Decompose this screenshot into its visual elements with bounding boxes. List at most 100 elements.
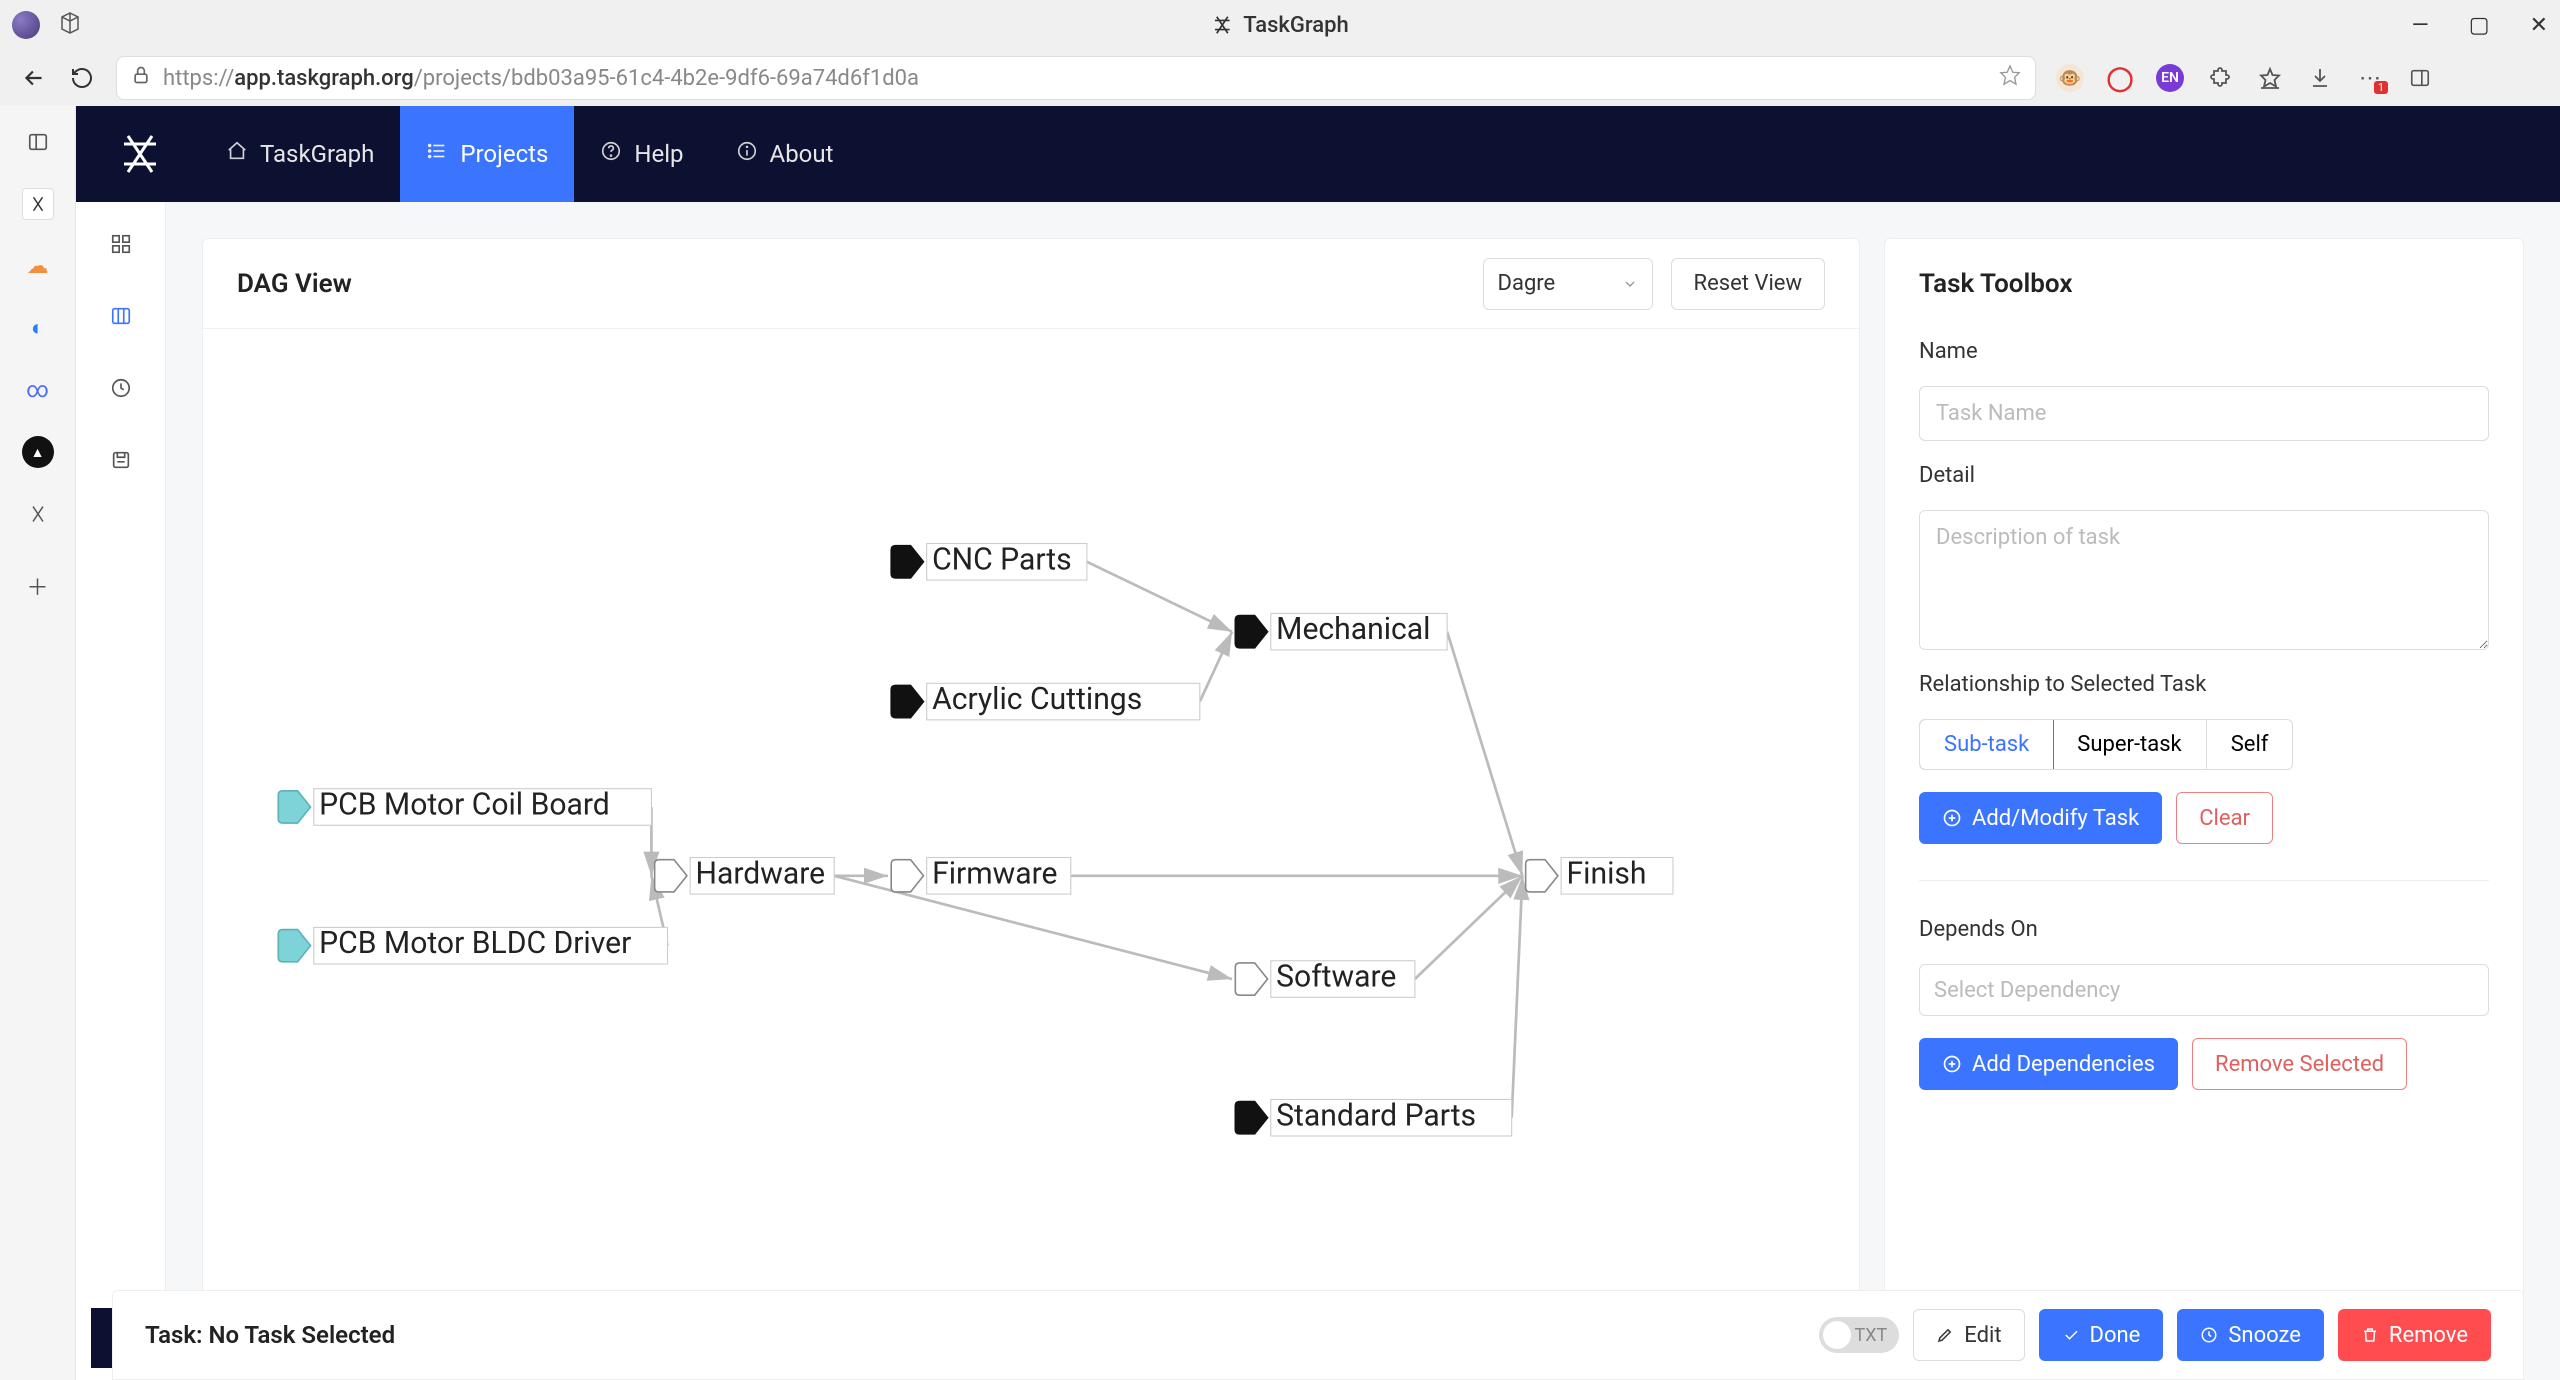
trash-icon [2361, 1326, 2379, 1344]
txt-toggle[interactable]: TXT [1819, 1317, 1899, 1353]
dag-node[interactable]: Finish [1526, 856, 1673, 894]
os-sb-panel-icon[interactable] [22, 126, 54, 158]
dag-title: DAG View [237, 269, 1465, 299]
nav-help[interactable]: Help [574, 106, 709, 202]
radio-self[interactable]: Self [2207, 720, 2293, 769]
task-footer: Task: No Task Selected TXT Edit Done Sno… [112, 1290, 2524, 1380]
svg-text:PCB Motor BLDC Driver: PCB Motor BLDC Driver [319, 926, 631, 961]
pencil-icon [1936, 1326, 1954, 1344]
sidebar-save-icon[interactable] [105, 444, 137, 476]
os-sb-infinity-icon[interactable]: ∞ [22, 374, 54, 406]
nav-projects[interactable]: Projects [400, 106, 574, 202]
dag-panel: DAG View Dagre Reset View [202, 238, 1860, 1344]
svg-text:PCB Motor Coil Board: PCB Motor Coil Board [319, 787, 610, 822]
taskgraph-logo-icon [1211, 14, 1233, 36]
question-icon [600, 140, 622, 168]
dag-node[interactable]: Mechanical [1235, 612, 1447, 650]
check-icon [2062, 1326, 2080, 1344]
svg-text:Software: Software [1276, 960, 1396, 995]
plus-circle-icon [1942, 808, 1962, 828]
brand-logo[interactable] [116, 130, 164, 178]
back-button[interactable] [20, 64, 48, 92]
reset-view-button[interactable]: Reset View [1671, 258, 1825, 310]
reload-button[interactable] [68, 64, 96, 92]
more-icon[interactable]: ⋯ 1 [2356, 64, 2384, 92]
svg-text:Mechanical: Mechanical [1276, 612, 1430, 647]
dag-node[interactable]: Acrylic Cuttings [891, 682, 1200, 720]
workspace-icon[interactable] [58, 11, 82, 39]
sidebar-history-icon[interactable] [105, 372, 137, 404]
svg-text:CNC Parts: CNC Parts [932, 542, 1072, 577]
browser-toolbar: https://app.taskgraph.org/projects/bdb03… [0, 50, 2560, 106]
dag-node[interactable]: PCB Motor Coil Board [278, 787, 651, 825]
favorite-icon[interactable] [1999, 64, 2021, 92]
dag-node[interactable]: Software [1235, 960, 1415, 998]
dag-svg: CNC Parts Acrylic Cuttings Mechanical PCB M… [203, 329, 1859, 1343]
app-nav: TaskGraph Projects Help About [76, 106, 2560, 202]
edit-button[interactable]: Edit [1913, 1309, 2024, 1361]
radio-subtask[interactable]: Sub-task [1919, 719, 2054, 770]
app-frame: TaskGraph Projects Help About [76, 106, 2560, 1380]
os-sb-digitalocean-icon[interactable]: ◐ [22, 312, 54, 344]
favorites-star-icon[interactable] [2256, 64, 2284, 92]
add-modify-task-button[interactable]: Add/Modify Task [1919, 792, 2162, 844]
os-sb-taskgraph-icon[interactable] [22, 188, 54, 220]
add-workspace-button[interactable]: ＋ [22, 570, 54, 602]
svg-text:Finish: Finish [1567, 856, 1647, 891]
os-vertical-sidebar: ☁ ◐ ∞ ▲ ＋ [0, 106, 76, 1380]
dag-canvas[interactable]: CNC Parts Acrylic Cuttings Mechanical PCB M… [203, 329, 1859, 1343]
ext-language-icon[interactable]: EN [2156, 64, 2184, 92]
url-bar[interactable]: https://app.taskgraph.org/projects/bdb03… [116, 56, 2036, 100]
ext-adblock-icon[interactable]: ◯ [2106, 64, 2134, 92]
name-label: Name [1919, 339, 2489, 364]
dag-node[interactable]: CNC Parts [891, 542, 1087, 580]
svg-text:Hardware: Hardware [695, 856, 825, 891]
sidebar-grid-icon[interactable] [105, 228, 137, 260]
window-title: TaskGraph [1211, 13, 1348, 38]
remove-selected-button[interactable]: Remove Selected [2192, 1038, 2407, 1090]
snooze-button[interactable]: Snooze [2177, 1309, 2324, 1361]
minimize-button[interactable]: — [2412, 13, 2429, 38]
task-detail-textarea[interactable] [1919, 510, 2489, 650]
nav-taskgraph[interactable]: TaskGraph [200, 106, 400, 202]
task-toolbox: Task Toolbox Name Detail Relationship to… [1884, 238, 2524, 1344]
downloads-icon[interactable] [2306, 64, 2334, 92]
selected-task-label: Task: No Task Selected [145, 1321, 1805, 1349]
divider [1919, 880, 2489, 881]
clear-button[interactable]: Clear [2176, 792, 2273, 844]
dag-node[interactable]: Hardware [655, 856, 835, 894]
main-content: DAG View Dagre Reset View [166, 202, 2560, 1380]
sidebar-board-icon[interactable] [105, 300, 137, 332]
dependency-select[interactable]: Select Dependency [1919, 964, 2489, 1016]
ext-monkey-icon[interactable]: 🐵 [2056, 64, 2084, 92]
layout-select[interactable]: Dagre [1483, 258, 1653, 310]
list-icon [426, 140, 448, 168]
dag-node[interactable]: PCB Motor BLDC Driver [278, 926, 667, 964]
extension-icons: 🐵 ◯ EN ⋯ 1 [2056, 64, 2434, 92]
user-avatar[interactable] [12, 11, 40, 39]
nav-about[interactable]: About [710, 106, 860, 202]
os-sb-circle-icon[interactable]: ▲ [22, 436, 54, 468]
dag-header: DAG View Dagre Reset View [203, 239, 1859, 329]
dag-node[interactable]: Standard Parts [1235, 1098, 1511, 1136]
remove-button[interactable]: Remove [2338, 1309, 2491, 1361]
radio-supertask[interactable]: Super-task [2053, 720, 2206, 769]
task-name-input[interactable] [1919, 386, 2489, 441]
clock-icon [2200, 1326, 2218, 1344]
sidebar-toggle-icon[interactable] [2406, 64, 2434, 92]
add-dependencies-button[interactable]: Add Dependencies [1919, 1038, 2178, 1090]
ext-puzzle-icon[interactable] [2206, 64, 2234, 92]
relationship-radio-group: Sub-task Super-task Self [1919, 719, 2293, 770]
dag-node[interactable]: Firmware [891, 856, 1071, 894]
close-button[interactable]: ✕ [2530, 13, 2548, 38]
plus-circle-icon [1942, 1054, 1962, 1074]
chevron-down-icon [1622, 276, 1638, 292]
window-controls: — ▢ ✕ [2412, 13, 2548, 38]
svg-text:Standard Parts: Standard Parts [1276, 1098, 1476, 1133]
detail-label: Detail [1919, 463, 2489, 488]
toolbox-title: Task Toolbox [1919, 269, 2489, 299]
os-sb-logo-icon[interactable] [22, 498, 54, 530]
maximize-button[interactable]: ▢ [2469, 13, 2490, 38]
done-button[interactable]: Done [2039, 1309, 2164, 1361]
os-sb-cloud-icon[interactable]: ☁ [22, 250, 54, 282]
